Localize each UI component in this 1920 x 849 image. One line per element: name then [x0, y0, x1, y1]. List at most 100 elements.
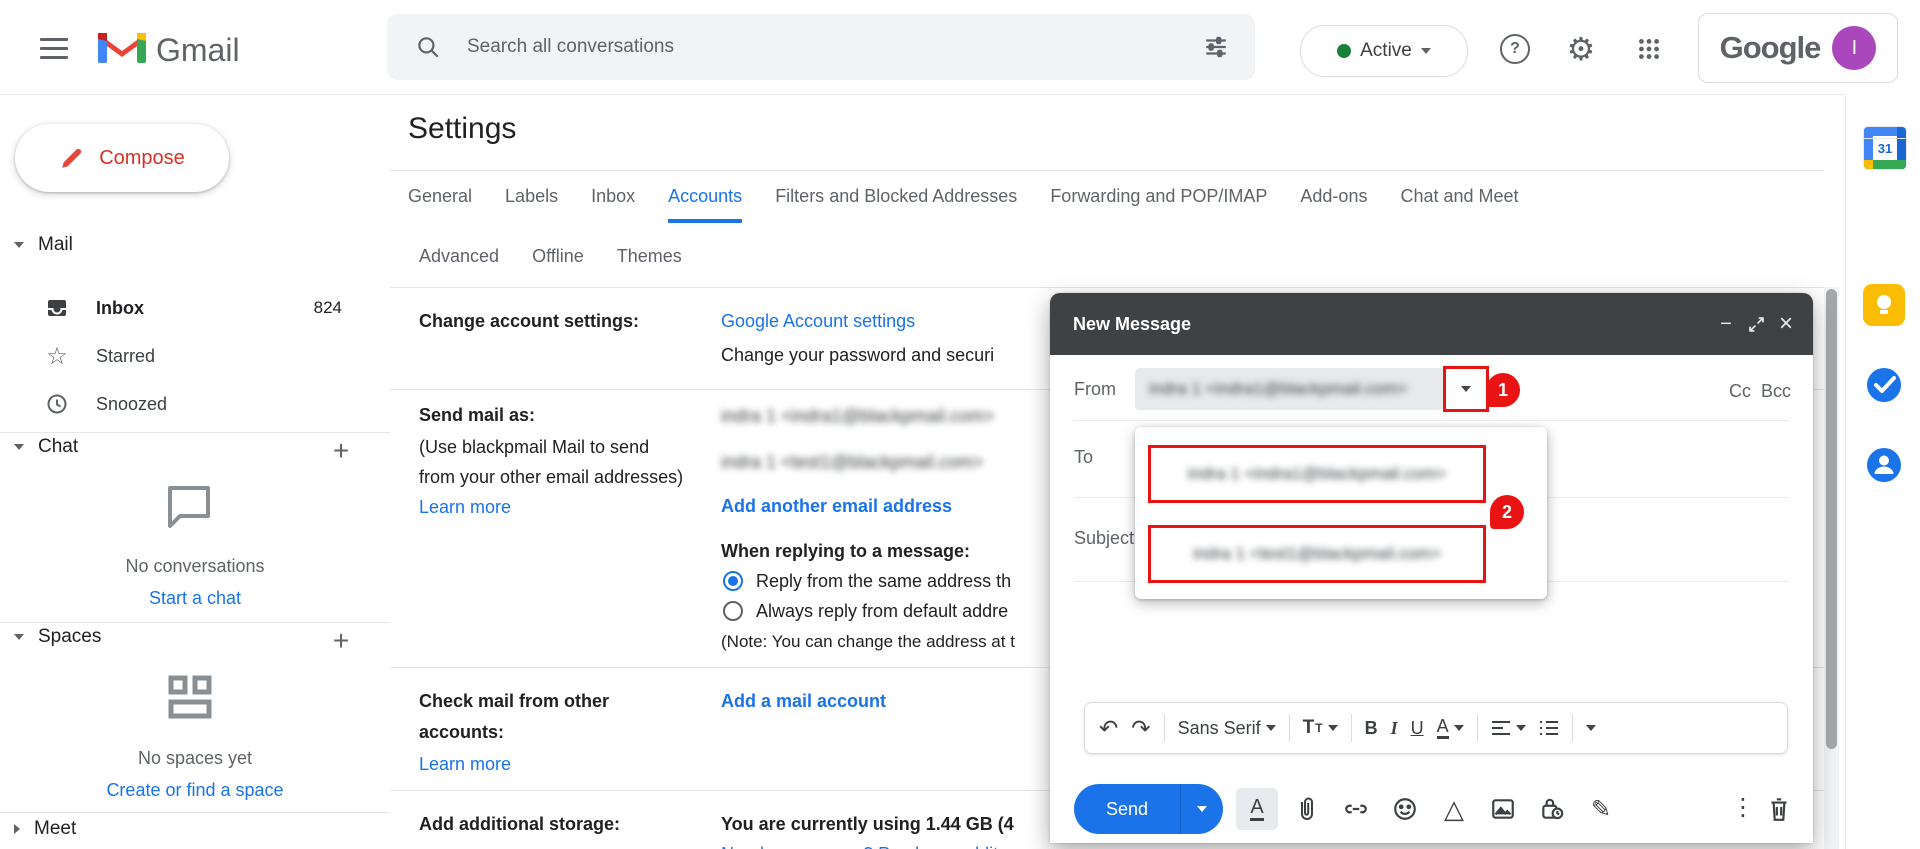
underline-button[interactable]: U	[1411, 718, 1424, 739]
numbered-list-button[interactable]	[1539, 720, 1559, 736]
tab-forwarding[interactable]: Forwarding and POP/IMAP	[1050, 186, 1267, 223]
size-T-small: T	[1315, 721, 1322, 735]
tab-labels[interactable]: Labels	[505, 186, 558, 223]
chevron-down-icon	[1586, 725, 1596, 731]
tab-chat-and-meet[interactable]: Chat and Meet	[1400, 186, 1518, 223]
close-icon[interactable]: ×	[1771, 309, 1801, 339]
tab-filters[interactable]: Filters and Blocked Addresses	[775, 186, 1017, 223]
compose-button[interactable]: Compose	[15, 124, 229, 192]
new-space-button[interactable]: +	[326, 626, 356, 656]
redo-icon[interactable]: ↷	[1131, 715, 1150, 742]
radio-reply-default[interactable]	[723, 601, 743, 621]
send-button[interactable]: Send	[1074, 784, 1180, 834]
from-dropdown-annotation-box[interactable]	[1443, 366, 1489, 412]
storage-usage: You are currently using 1.44 GB (4	[721, 809, 1014, 839]
chevron-down-icon	[1421, 48, 1431, 54]
purchase-storage-link[interactable]: Need more space? Purchase addit	[721, 839, 998, 849]
avatar[interactable]: I	[1832, 26, 1876, 70]
settings-gear-icon[interactable]: ⚙	[1566, 34, 1596, 64]
spaces-icon	[163, 672, 219, 724]
hamburger-menu-icon[interactable]	[40, 32, 68, 65]
discard-draft-trash-icon[interactable]	[1766, 795, 1792, 823]
reply-note: (Note: You can change the address at t	[721, 627, 1015, 657]
align-button[interactable]	[1491, 720, 1526, 736]
search-input[interactable]	[465, 35, 1177, 59]
minimize-icon[interactable]: −	[1711, 309, 1741, 339]
signature-pen-icon[interactable]: ✎	[1586, 794, 1616, 824]
pop-out-icon[interactable]	[1741, 309, 1771, 339]
bold-button[interactable]: B	[1365, 718, 1378, 739]
sidebar-section-meet[interactable]: Meet	[14, 818, 76, 840]
tab-themes[interactable]: Themes	[617, 246, 682, 279]
format-A-icon: A	[1250, 797, 1263, 821]
search-bar[interactable]	[387, 14, 1255, 80]
scrollbar[interactable]	[1824, 287, 1839, 849]
tab-offline[interactable]: Offline	[532, 246, 584, 279]
apps-grid-icon[interactable]	[1634, 34, 1664, 64]
compose-title: New Message	[1073, 314, 1711, 335]
tab-inbox[interactable]: Inbox	[591, 186, 635, 223]
italic-button[interactable]: I	[1391, 718, 1398, 739]
font-family-value: Sans Serif	[1178, 718, 1261, 739]
sidebar-section-spaces[interactable]: Spaces	[14, 626, 101, 648]
from-option-2-annotation-box[interactable]: indra 1 <test1@blackpmail.com>	[1148, 525, 1486, 583]
send-options-button[interactable]	[1180, 784, 1223, 834]
sidebar-section-chat[interactable]: Chat	[14, 436, 78, 458]
scrollbar-thumb[interactable]	[1826, 289, 1837, 749]
font-size-selector[interactable]: T T	[1303, 717, 1338, 739]
attach-file-icon[interactable]	[1292, 794, 1322, 824]
drive-icon[interactable]: △	[1439, 794, 1469, 824]
account-box[interactable]: Google I	[1698, 13, 1898, 83]
insert-image-icon[interactable]	[1488, 794, 1518, 824]
font-family-selector[interactable]: Sans Serif	[1178, 718, 1276, 739]
help-icon[interactable]: ?	[1500, 34, 1530, 64]
sidebar-item-starred[interactable]: ☆ Starred	[0, 334, 390, 378]
more-formatting-button[interactable]	[1586, 725, 1596, 731]
more-options-icon[interactable]: ⋮	[1730, 793, 1756, 822]
search-options-icon[interactable]	[1203, 34, 1229, 60]
radio-reply-same-label: Reply from the same address th	[756, 566, 1011, 596]
chat-section-label: Chat	[38, 436, 78, 458]
google-account-settings-link[interactable]: Google Account settings	[721, 306, 915, 336]
add-mail-account-link[interactable]: Add a mail account	[721, 686, 886, 716]
contacts-icon[interactable]	[1863, 444, 1905, 486]
dropdown-arrow-icon[interactable]	[1461, 386, 1471, 392]
cc-link[interactable]: Cc	[1729, 381, 1751, 402]
tasks-icon[interactable]	[1863, 364, 1905, 406]
from-option-1-annotation-box[interactable]: indra 1 <indra1@blackpmail.com>	[1148, 445, 1486, 503]
tab-advanced[interactable]: Advanced	[419, 246, 499, 279]
compose-header[interactable]: New Message − ×	[1050, 293, 1813, 355]
radio-reply-same-address[interactable]	[723, 571, 743, 591]
insert-link-icon[interactable]	[1341, 794, 1371, 824]
tab-accounts[interactable]: Accounts	[668, 186, 742, 223]
confidential-mode-icon[interactable]	[1537, 794, 1567, 824]
add-another-email-link[interactable]: Add another email address	[721, 491, 952, 521]
page-title: Settings	[408, 112, 516, 146]
tab-addons[interactable]: Add-ons	[1300, 186, 1367, 223]
from-address-field[interactable]: indra 1 <indra1@blackpmail.com>	[1135, 368, 1445, 410]
sidebar-item-inbox[interactable]: Inbox 824	[0, 286, 390, 330]
status-selector[interactable]: Active	[1300, 25, 1468, 77]
formatting-options-toggle[interactable]: A	[1236, 788, 1278, 830]
size-T-large: T	[1303, 717, 1315, 739]
to-label: To	[1074, 447, 1093, 468]
new-chat-button[interactable]: +	[326, 436, 356, 466]
keep-icon[interactable]	[1863, 284, 1905, 326]
inbox-label: Inbox	[96, 298, 144, 319]
sidebar-section-mail[interactable]: Mail	[14, 234, 73, 256]
start-chat-link[interactable]: Start a chat	[0, 588, 390, 609]
tab-general[interactable]: General	[408, 186, 472, 223]
calendar-icon[interactable]: 31	[1863, 126, 1907, 170]
search-icon[interactable]	[415, 34, 441, 60]
sidebar-item-snoozed[interactable]: Snoozed	[0, 382, 390, 426]
from-address-dropdown: indra 1 <indra1@blackpmail.com> indra 1 …	[1135, 427, 1547, 599]
check-mail-learn-more[interactable]: Learn more	[419, 749, 511, 779]
send-mail-as-learn-more[interactable]: Learn more	[419, 492, 511, 522]
text-color-button[interactable]: A	[1437, 717, 1464, 739]
bcc-link[interactable]: Bcc	[1761, 381, 1791, 402]
insert-emoji-icon[interactable]	[1390, 794, 1420, 824]
send-mail-as-label: Send mail as:	[419, 400, 691, 431]
undo-icon[interactable]: ↶	[1099, 715, 1118, 742]
text-color-A: A	[1437, 717, 1449, 739]
create-space-link[interactable]: Create or find a space	[0, 780, 390, 801]
